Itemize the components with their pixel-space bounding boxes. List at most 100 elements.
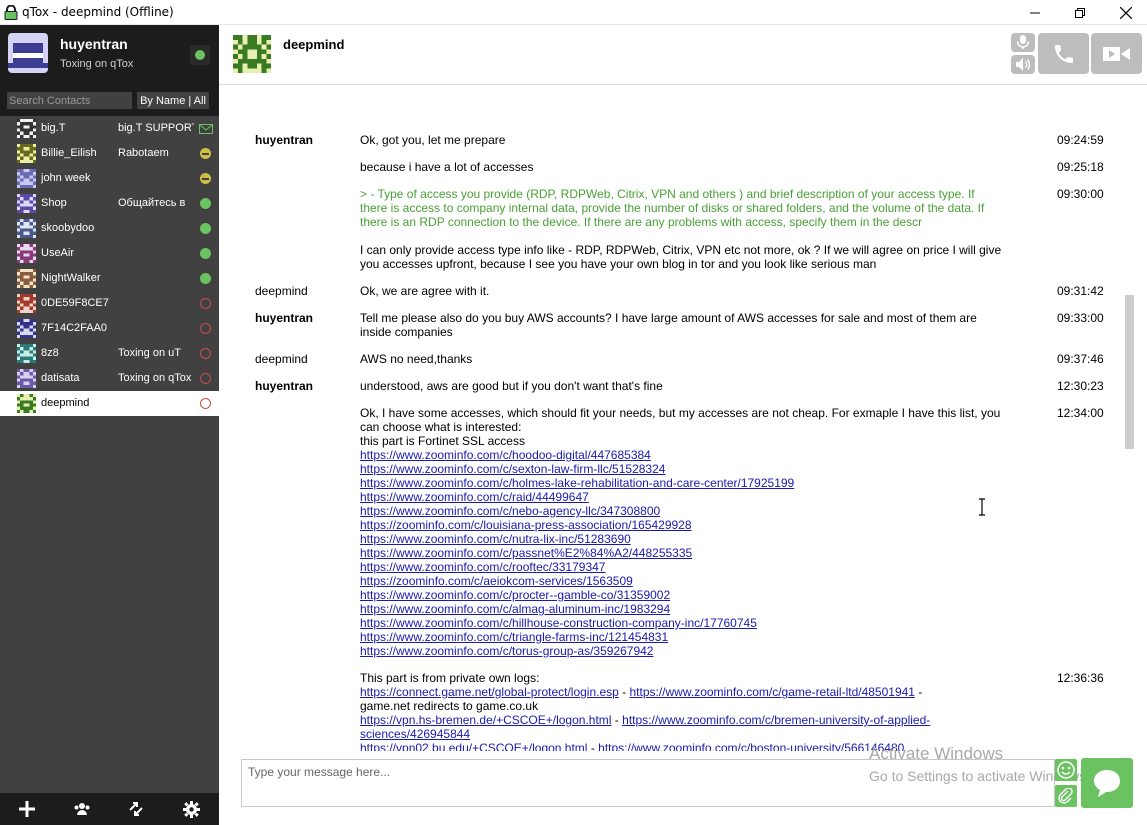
microphone-icon: [1016, 35, 1030, 49]
contact-name: Shop: [41, 197, 67, 209]
profile-panel: huyentran Toxing on qTox: [0, 25, 219, 88]
message-link[interactable]: https://www.zoominfo.com/c/triangle-farm…: [360, 630, 668, 644]
contact-item[interactable]: 0DE59F8CE7: [0, 291, 219, 316]
link-list: https://www.zoominfo.com/c/hoodoo-digita…: [360, 448, 1002, 658]
send-message-button[interactable]: [1081, 758, 1133, 808]
minimize-button[interactable]: [1012, 0, 1058, 25]
search-bar: By Name | All: [0, 88, 219, 116]
contact-status-message: big.T SUPPORT: [118, 122, 194, 134]
message-link[interactable]: https://www.zoominfo.com/c/torus-group-a…: [360, 644, 653, 658]
message-link[interactable]: https://www.zoominfo.com/c/sexton-law-fi…: [360, 462, 665, 476]
contact-item[interactable]: datisata Toxing on qTox: [0, 366, 219, 391]
contact-avatar: [17, 194, 36, 213]
message-link[interactable]: https://connect.game.net/global-protect/…: [360, 685, 619, 699]
contact-status-message: Toxing on uT: [118, 347, 181, 359]
video-icon: [1102, 46, 1130, 61]
message-link[interactable]: https://www.zoominfo.com/c/passnet%E2%84…: [360, 546, 692, 560]
contact-name: 0DE59F8CE7: [41, 297, 109, 309]
settings-button[interactable]: [179, 798, 203, 820]
filter-sort-button[interactable]: By Name | All: [137, 92, 209, 109]
close-button[interactable]: [1103, 0, 1147, 25]
self-name[interactable]: huyentran: [60, 36, 128, 52]
window-title: qTox - deepmind (Offline): [22, 5, 174, 19]
contact-status-message: Toxing on qTox: [118, 372, 192, 384]
phone-icon: [1054, 44, 1073, 63]
contact-item[interactable]: NightWalker: [0, 266, 219, 291]
plus-icon: [19, 801, 35, 817]
message-link[interactable]: https://www.zoominfo.com/c/procter--gamb…: [360, 588, 670, 602]
contact-avatar: [17, 394, 36, 413]
message-link[interactable]: https://vpn02.bu.edu/+CSCOE+/logon.html: [360, 741, 587, 751]
online-status-icon: [200, 248, 211, 259]
contact-item[interactable]: Billie_Eilish Rabotaem: [0, 141, 219, 166]
new-message-icon: [199, 124, 213, 134]
away-status-icon: [200, 173, 211, 184]
message-link[interactable]: https://www.zoominfo.com/c/boston-univer…: [598, 741, 904, 751]
message-text: understood, aws are good but if you don'…: [360, 379, 663, 393]
message-time: 09:25:18: [1057, 160, 1104, 174]
message-author: huyentran: [255, 133, 314, 147]
contact-item[interactable]: skoobydoo: [0, 216, 219, 241]
contact-avatar: [17, 169, 36, 188]
contact-avatar: [17, 319, 36, 338]
emoji-button[interactable]: [1055, 759, 1077, 781]
message-link[interactable]: https://www.zoominfo.com/c/almag-aluminu…: [360, 602, 670, 616]
message-link[interactable]: https://www.zoominfo.com/c/hillhouse-con…: [360, 616, 757, 630]
contact-item[interactable]: 7F14C2FAA0: [0, 316, 219, 341]
search-contacts-input[interactable]: [7, 92, 132, 109]
gear-icon: [182, 800, 200, 818]
microphone-button[interactable]: [1011, 33, 1035, 52]
message-link[interactable]: https://www.zoominfo.com/c/nutra-lix-inc…: [360, 532, 631, 546]
message-text: game.net redirects to game.co.uk: [360, 699, 539, 713]
video-call-button[interactable]: [1091, 33, 1142, 74]
contact-avatar[interactable]: [233, 35, 271, 73]
message-link[interactable]: https://www.zoominfo.com/c/nebo-agency-l…: [360, 504, 660, 518]
message-body: This part is from private own logs: http…: [360, 671, 1002, 751]
message-link[interactable]: https://vpn.hs-bremen.de/+CSCOE+/logon.h…: [360, 713, 611, 727]
message-link[interactable]: https://zoominfo.com/c/aeiokcom-services…: [360, 574, 633, 588]
contact-list: big.T big.T SUPPORT Billie_Eilish Rabotaem j…: [0, 116, 219, 416]
chat-scrollbar[interactable]: [1125, 86, 1134, 751]
message-time: 12:34:00: [1057, 406, 1104, 420]
online-status-icon: [200, 223, 211, 234]
message-link[interactable]: https://www.zoominfo.com/c/holmes-lake-r…: [360, 476, 794, 490]
message-text: Tell me please also do you buy AWS accou…: [360, 311, 977, 339]
audio-call-button[interactable]: [1038, 33, 1089, 74]
contact-item[interactable]: 8z8 Toxing on uT: [0, 341, 219, 366]
contact-name: john week: [41, 172, 91, 184]
group-icon: [74, 803, 90, 815]
offline-status-icon: [200, 298, 211, 309]
message-text: AWS no need,thanks: [360, 352, 473, 366]
message-link[interactable]: https://zoominfo.com/c/louisiana-press-a…: [360, 518, 692, 532]
message-link[interactable]: https://www.zoominfo.com/c/game-retail-l…: [630, 685, 915, 699]
message-input-area: Activate Windows Go to Settings to activ…: [219, 744, 1147, 825]
self-avatar[interactable]: [8, 33, 48, 73]
message-time: 12:36:36: [1057, 671, 1104, 685]
message-link[interactable]: https://www.zoominfo.com/c/rooftec/33179…: [360, 560, 605, 574]
transfer-icon: [129, 802, 143, 816]
contact-item[interactable]: deepmind: [0, 391, 219, 416]
close-icon: [1120, 6, 1132, 19]
file-transfers-button[interactable]: [124, 798, 148, 820]
speech-bubble-icon: [1094, 770, 1120, 797]
self-status-message[interactable]: Toxing on qTox: [60, 58, 133, 70]
contact-item[interactable]: john week: [0, 166, 219, 191]
text-cursor-icon: [979, 498, 985, 516]
message-author: deepmind: [255, 352, 308, 366]
volume-button[interactable]: [1011, 55, 1035, 74]
message-link[interactable]: https://www.zoominfo.com/c/hoodoo-digita…: [360, 448, 651, 462]
contact-item[interactable]: big.T big.T SUPPORT: [0, 116, 219, 141]
add-friend-button[interactable]: [15, 798, 39, 820]
status-selector-button[interactable]: [190, 45, 210, 65]
contact-item[interactable]: Shop Общайтесь в: [0, 191, 219, 216]
contact-avatar: [17, 219, 36, 238]
message-link[interactable]: https://www.zoominfo.com/c/raid/44499647: [360, 490, 589, 504]
attach-file-button[interactable]: [1055, 785, 1077, 807]
contact-name: 8z8: [41, 347, 59, 359]
groups-button[interactable]: [70, 798, 94, 820]
online-status-icon: [200, 198, 211, 209]
contact-name: Billie_Eilish: [41, 147, 97, 159]
contact-item[interactable]: UseAir: [0, 241, 219, 266]
scroll-thumb[interactable]: [1125, 295, 1134, 449]
restore-button[interactable]: [1057, 0, 1103, 25]
